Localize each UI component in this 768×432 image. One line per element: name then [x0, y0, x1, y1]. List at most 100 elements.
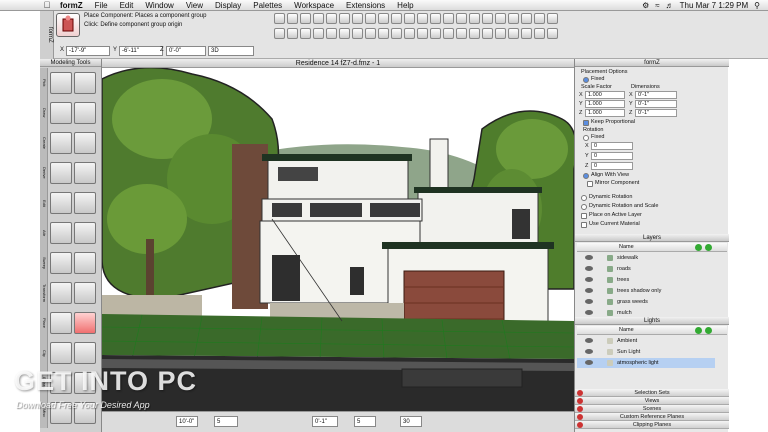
view-mode-select[interactable]: 3D [208, 46, 254, 56]
tool-button[interactable] [74, 102, 96, 124]
toolbar-button-b-6[interactable] [352, 28, 363, 39]
angle-field[interactable]: 30 [400, 416, 422, 427]
toolbar-button-b-14[interactable] [456, 28, 467, 39]
close-icon[interactable] [577, 406, 583, 412]
tool-button[interactable] [50, 72, 72, 94]
toolbar-button-5[interactable] [339, 13, 350, 24]
toolbar-button-b-10[interactable] [404, 28, 415, 39]
mirror-component-checkbox[interactable] [587, 181, 593, 187]
snap-field[interactable]: 5 [214, 416, 238, 427]
eye-icon[interactable] [585, 277, 593, 282]
toolbar-button-b-7[interactable] [365, 28, 376, 39]
wifi-icon[interactable]: ≈ [655, 1, 659, 10]
clipping-planes-panel[interactable]: Clipping Planes [575, 421, 729, 429]
scale-x-field[interactable]: 1.000 [585, 91, 625, 99]
toolbar-button-b-15[interactable] [469, 28, 480, 39]
close-icon[interactable] [577, 422, 583, 428]
close-icon[interactable] [577, 398, 583, 404]
tool-button[interactable] [50, 102, 72, 124]
volume-icon[interactable]: ♬ [666, 1, 674, 10]
toolbar-button-19[interactable] [521, 13, 532, 24]
toolbar-button-b-20[interactable] [534, 28, 545, 39]
toolbar-button-0[interactable] [274, 13, 285, 24]
count-field[interactable]: 5 [354, 416, 376, 427]
toolbar-button-b-17[interactable] [495, 28, 506, 39]
coord-y-field[interactable]: -6'-11" [119, 46, 163, 56]
close-icon[interactable] [577, 390, 583, 396]
close-icon[interactable] [577, 414, 583, 420]
toolbar-button-14[interactable] [456, 13, 467, 24]
layers-title[interactable]: Layers [575, 234, 729, 242]
layer-row[interactable]: grass weeds [577, 297, 715, 307]
views-panel[interactable]: Views [575, 397, 729, 405]
toolbar-button-16[interactable] [482, 13, 493, 24]
toolbar-button-13[interactable] [443, 13, 454, 24]
toolbar-button-b-11[interactable] [417, 28, 428, 39]
toolbar-button-6[interactable] [352, 13, 363, 24]
menu-edit[interactable]: Edit [114, 1, 140, 10]
toolbar-button-b-16[interactable] [482, 28, 493, 39]
custom-reference-planes-panel[interactable]: Custom Reference Planes [575, 413, 729, 421]
rot-y-field[interactable]: 0 [591, 152, 633, 160]
toolbar-button-b-8[interactable] [378, 28, 389, 39]
lights-title[interactable]: Lights [575, 317, 729, 325]
layer-row[interactable]: roads [577, 264, 715, 274]
rotation-fixed-radio[interactable] [583, 135, 589, 141]
tool-button[interactable] [74, 252, 96, 274]
toolbar-button-b-19[interactable] [521, 28, 532, 39]
selection-sets-panel[interactable]: Selection Sets [575, 389, 729, 397]
eye-icon[interactable] [585, 255, 593, 260]
toolbar-button-3[interactable] [313, 13, 324, 24]
menu-display[interactable]: Display [209, 1, 247, 10]
menu-file[interactable]: File [89, 1, 114, 10]
toolbar-button-b-12[interactable] [430, 28, 441, 39]
tool-button[interactable] [50, 312, 72, 334]
eye-icon[interactable] [585, 299, 593, 304]
toolbar-button-4[interactable] [326, 13, 337, 24]
scenes-panel[interactable]: Scenes [575, 405, 729, 413]
tool-button[interactable] [74, 72, 96, 94]
tool-button[interactable] [74, 162, 96, 184]
eye-icon[interactable] [585, 338, 593, 343]
toolbar-button-9[interactable] [391, 13, 402, 24]
tool-button[interactable] [74, 342, 96, 364]
toolbar-button-b-0[interactable] [274, 28, 285, 39]
toolbar-button-15[interactable] [469, 13, 480, 24]
rot-x-field[interactable]: 0 [591, 142, 633, 150]
tool-button[interactable] [50, 192, 72, 214]
tool-button[interactable] [50, 162, 72, 184]
toolbar-button-b-9[interactable] [391, 28, 402, 39]
menu-extensions[interactable]: Extensions [340, 1, 391, 10]
place-component-icon[interactable] [56, 13, 80, 37]
menu-help[interactable]: Help [391, 1, 419, 10]
toolbar-button-b-1[interactable] [287, 28, 298, 39]
dynamic-rotation-scale-radio[interactable] [581, 204, 587, 210]
tool-button[interactable] [50, 282, 72, 304]
dim-y-field[interactable]: 0'-1" [635, 100, 677, 108]
tool-button[interactable] [50, 132, 72, 154]
layer-add-icon[interactable] [695, 244, 702, 251]
light-add-icon[interactable] [695, 327, 702, 334]
layer-options-icon[interactable] [705, 244, 712, 251]
menu-view[interactable]: View [180, 1, 209, 10]
tool-button[interactable] [74, 312, 96, 334]
toolbar-button-b-21[interactable] [547, 28, 558, 39]
toolbar-button-b-13[interactable] [443, 28, 454, 39]
fixed-radio[interactable] [583, 77, 589, 83]
toolbar-button-20[interactable] [534, 13, 545, 24]
eye-icon[interactable] [585, 266, 593, 271]
light-row[interactable]: Sun Light [577, 347, 715, 357]
toolbar-button-12[interactable] [430, 13, 441, 24]
coord-x-field[interactable]: -17'-9" [66, 46, 110, 56]
scale-z-field[interactable]: 1.000 [585, 109, 625, 117]
rot-z-field[interactable]: 0 [591, 162, 633, 170]
tool-button[interactable] [74, 222, 96, 244]
spotlight-icon[interactable]: ⚲ [754, 1, 760, 10]
align-view-radio[interactable] [583, 173, 589, 179]
light-row[interactable]: atmospheric light [577, 358, 715, 368]
eye-icon[interactable] [585, 349, 593, 354]
toolbar-button-b-3[interactable] [313, 28, 324, 39]
coord-z-field[interactable]: 0'-0" [166, 46, 206, 56]
tool-button[interactable] [50, 342, 72, 364]
clock[interactable]: Thu Mar 7 1:29 PM [680, 1, 748, 10]
